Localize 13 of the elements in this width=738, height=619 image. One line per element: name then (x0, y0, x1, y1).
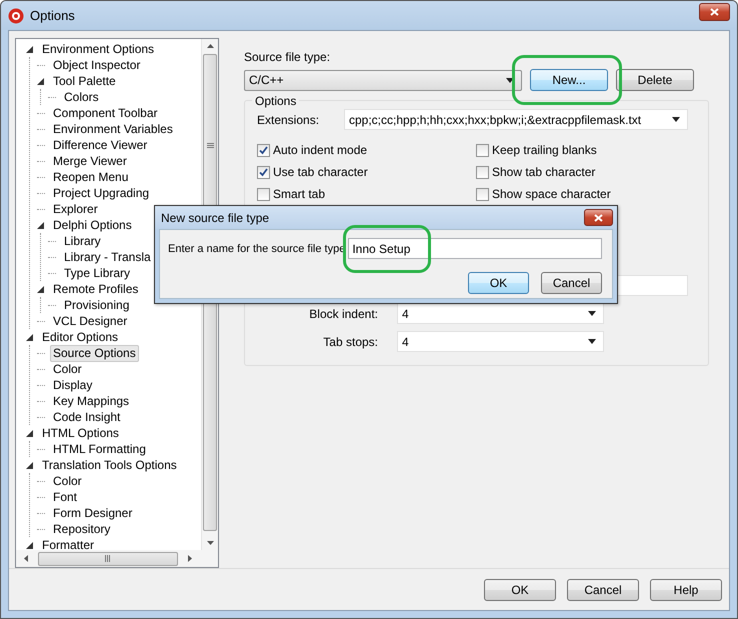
checkbox-label: Show tab character (492, 165, 596, 179)
checkbox-label: Use tab character (273, 165, 368, 179)
checkbox-label: Smart tab (273, 187, 326, 201)
checkbox-label: Show space character (492, 187, 611, 201)
field-label: Source file type: (244, 50, 332, 66)
checkbox-label: Keep trailing blanks (492, 143, 597, 157)
checkbox-label: Auto indent mode (273, 143, 368, 157)
dialog-title: New source file type (161, 210, 270, 224)
field-label: Tab stops: (322, 334, 379, 348)
field-label: Block indent: (308, 306, 379, 320)
field-label: Extensions: (257, 112, 320, 126)
window-title: Options (30, 8, 76, 23)
group-title: Options (252, 94, 300, 108)
